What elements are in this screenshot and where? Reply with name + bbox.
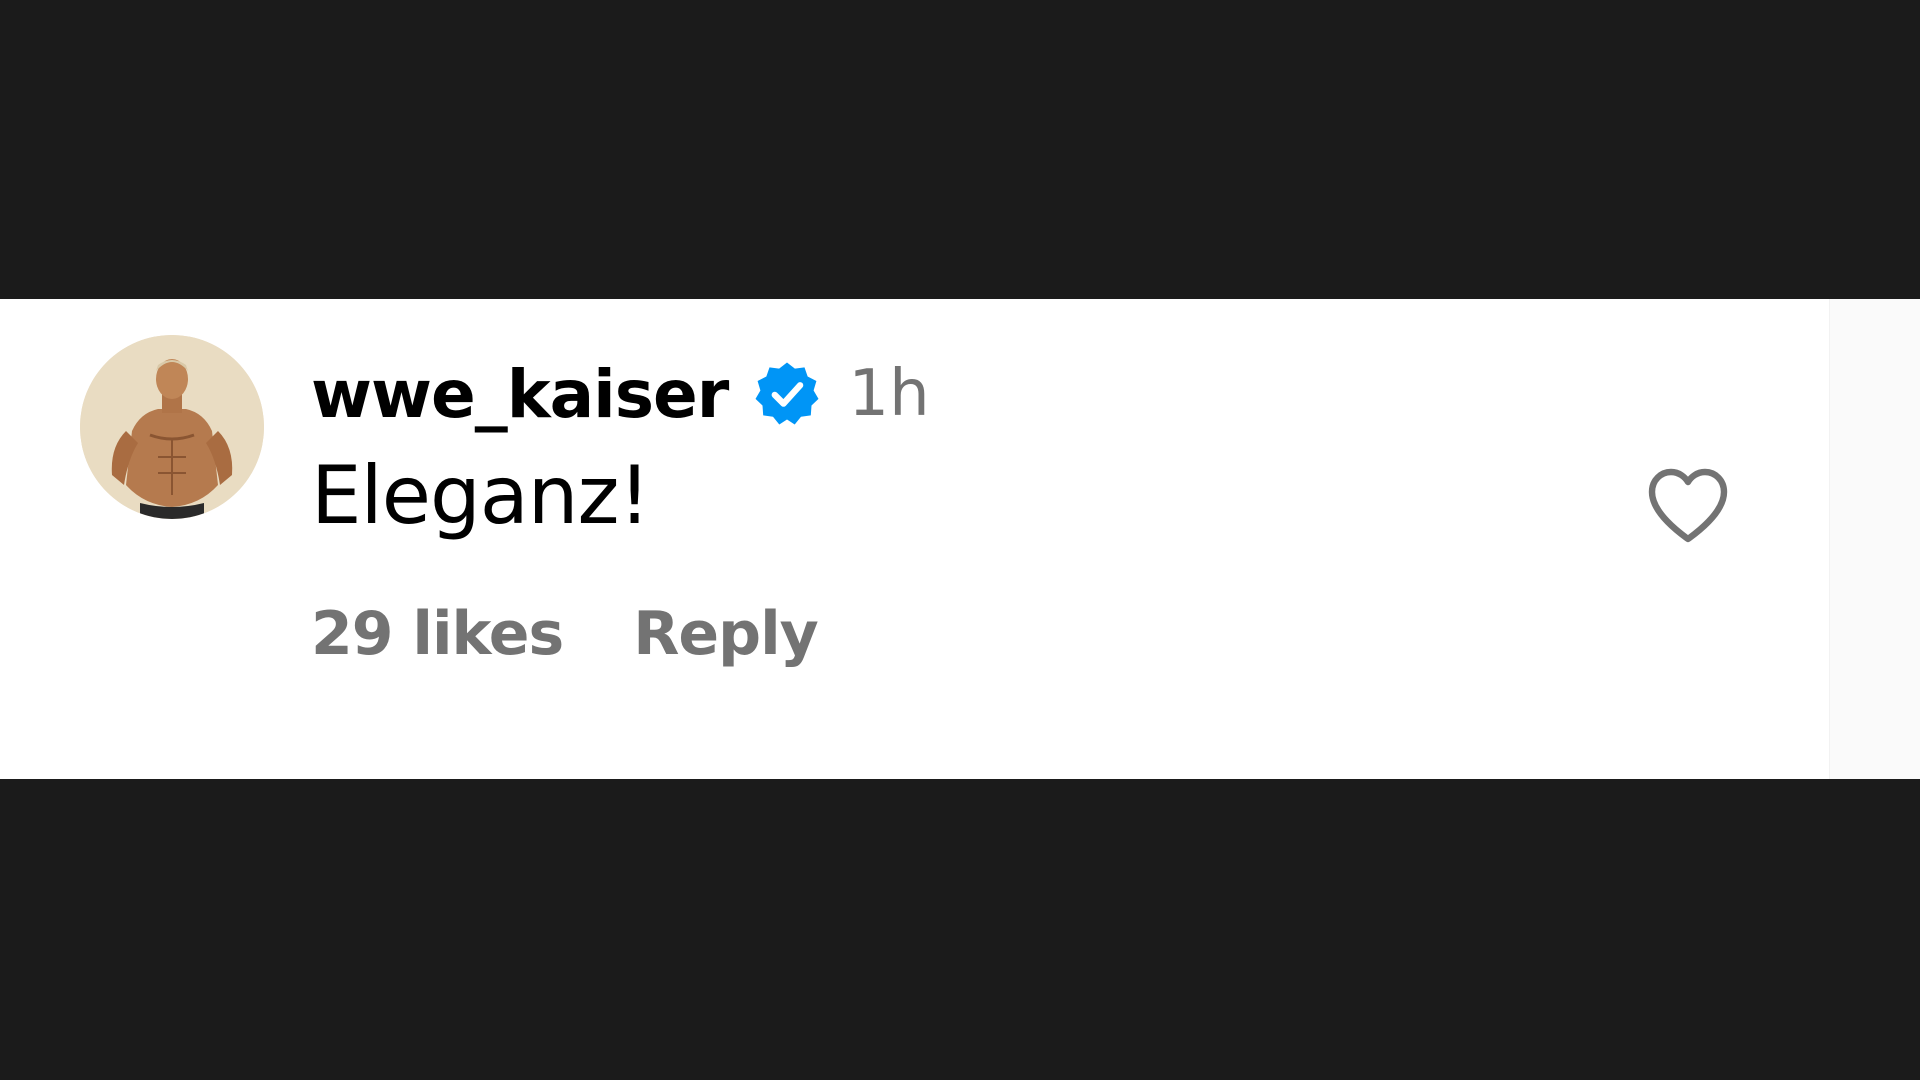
- username-link[interactable]: wwe_kaiser: [311, 356, 729, 433]
- avatar-photo: [80, 335, 264, 519]
- verified-badge-icon: [752, 359, 822, 429]
- comment-header: wwe_kaiser 1h: [311, 349, 930, 439]
- avatar[interactable]: [80, 335, 264, 519]
- comment-card: wwe_kaiser 1h Eleganz! 29 likes Reply: [0, 299, 1920, 779]
- likes-count-button[interactable]: 29 likes: [311, 599, 564, 669]
- comment-text: Eleganz!: [311, 449, 651, 542]
- letterbox-top: [0, 0, 1920, 299]
- letterbox-bottom: [0, 779, 1920, 1080]
- reply-button[interactable]: Reply: [633, 599, 819, 669]
- heart-outline-icon: [1648, 468, 1728, 543]
- timestamp[interactable]: 1h: [848, 357, 929, 431]
- scrollbar-track[interactable]: [1829, 299, 1920, 779]
- like-button[interactable]: [1640, 457, 1736, 553]
- comment-actions: 29 likes Reply: [311, 599, 819, 669]
